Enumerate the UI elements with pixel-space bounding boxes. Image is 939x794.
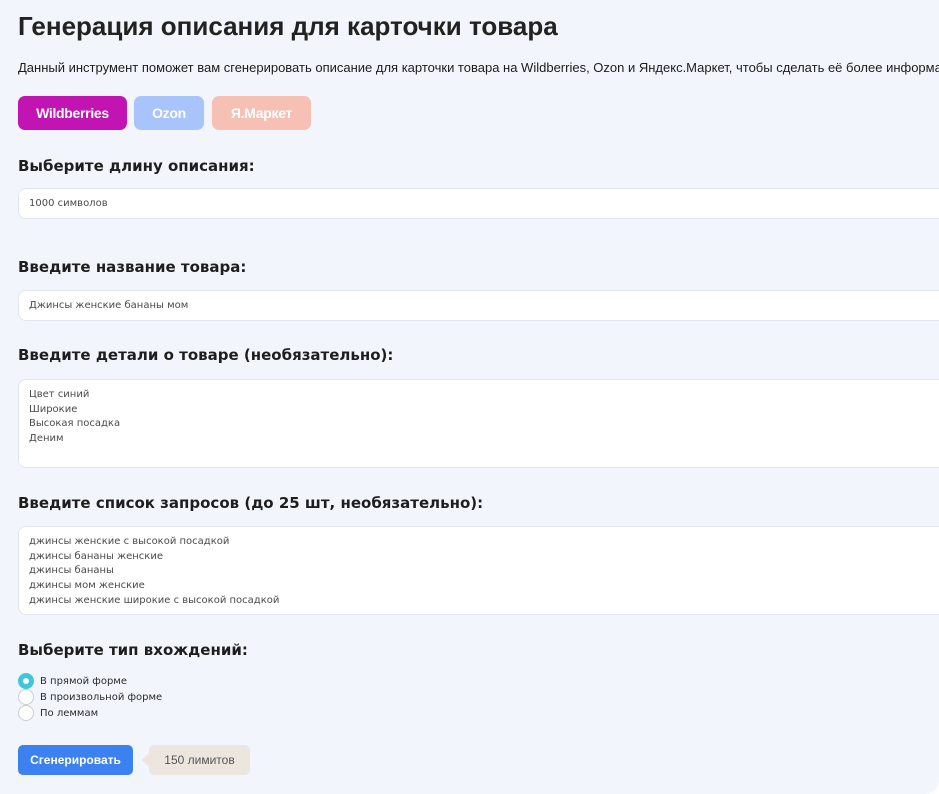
length-select[interactable]: 1000 символов xyxy=(18,188,939,219)
query-line: джинсы женские с высокой посадкой xyxy=(29,536,230,547)
occurrence-option-arbitrary[interactable]: В произвольной форме xyxy=(18,689,162,705)
product-name-value: Джинсы женские бананы мом xyxy=(29,300,189,311)
radio-unchecked-icon[interactable] xyxy=(18,705,34,721)
details-line: Высокая посадка xyxy=(29,418,121,430)
queries-label: Введите список запросов (до 25 шт, необя… xyxy=(18,494,484,512)
occurrence-option-label: В произвольной форме xyxy=(40,691,163,703)
occurrence-option-direct[interactable]: В прямой форме xyxy=(18,673,127,689)
details-line: Широкие xyxy=(29,403,78,415)
occurrence-label: Выберите тип вхождений: xyxy=(18,641,248,659)
marketplace-yandex-market-button[interactable]: Я.Маркет xyxy=(212,96,311,130)
product-name-input[interactable]: Джинсы женские бананы мом xyxy=(18,290,939,321)
limits-badge: 150 лимитов xyxy=(142,745,250,775)
page-title: Генерация описания для карточки товара xyxy=(18,11,558,41)
details-line: Деним xyxy=(29,433,64,445)
generator-panel: Генерация описания для карточки товара Д… xyxy=(0,0,939,794)
generate-button[interactable]: Сгенерировать xyxy=(18,745,133,775)
details-label: Введите детали о товаре (необязательно): xyxy=(18,346,394,364)
length-select-value: 1000 символов xyxy=(29,198,108,209)
details-line: Цвет синий xyxy=(29,389,90,400)
radio-unchecked-icon[interactable] xyxy=(18,689,34,705)
intro-text: Данный инструмент поможет вам сгенериров… xyxy=(18,60,939,75)
product-name-label: Введите название товара: xyxy=(18,258,247,276)
marketplace-wildberries-button[interactable]: Wildberries xyxy=(18,96,127,130)
query-line: джинсы бананы женские xyxy=(29,550,163,562)
occurrence-option-lemmas[interactable]: По леммам xyxy=(18,705,98,721)
marketplace-ozon-button[interactable]: Ozon xyxy=(134,96,204,130)
queries-textarea[interactable]: джинсы женские с высокой посадкой джинсы… xyxy=(18,526,939,615)
query-line: джинсы женские широкие с высокой посадко… xyxy=(29,594,280,606)
query-line: джинсы бананы xyxy=(29,565,114,577)
details-textarea[interactable]: Цвет синий Широкие Высокая посадка Деним xyxy=(18,379,939,468)
radio-checked-icon[interactable] xyxy=(18,673,34,689)
occurrence-option-label: По леммам xyxy=(40,707,99,719)
query-line: джинсы мом женские xyxy=(29,580,145,592)
length-label: Выберите длину описания: xyxy=(18,157,255,175)
occurrence-option-label: В прямой форме xyxy=(40,675,127,687)
